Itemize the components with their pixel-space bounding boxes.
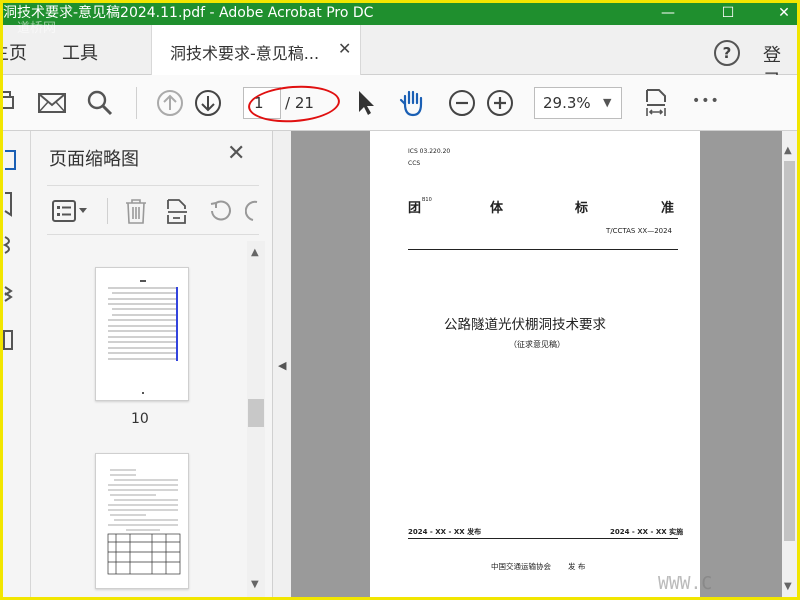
- print-icon[interactable]: [0, 88, 27, 118]
- standard-char: 标: [575, 201, 589, 216]
- thumbnail-panel: 页面缩略图 ✕ 10 ▲ ▼: [31, 131, 273, 597]
- document-scrollbar[interactable]: ▲ ▼: [782, 131, 797, 597]
- chevron-down-icon: ▼: [603, 96, 612, 109]
- pages-icon[interactable]: [3, 327, 23, 353]
- title-bar: 洞技术要求-意见稿2024.11.pdf - Adobe Acrobat Pro…: [3, 3, 797, 25]
- fit-page-icon[interactable]: [641, 88, 671, 118]
- standard-char: 团: [408, 201, 422, 216]
- document-viewport: ICS 03.220.20 CCS 团 B10 体 标 准 T/CCTAS XX…: [291, 131, 782, 597]
- zoom-value: 29.3%: [543, 94, 591, 112]
- scroll-thumb[interactable]: [248, 399, 264, 427]
- panel-toolbar: [47, 185, 259, 235]
- search-icon[interactable]: [85, 88, 115, 118]
- pdf-page: ICS 03.220.20 CCS 团 B10 体 标 准 T/CCTAS XX…: [370, 131, 700, 597]
- hand-tool-icon[interactable]: [398, 88, 428, 118]
- tuan-superscript: B10: [422, 197, 432, 203]
- next-page-icon[interactable]: [193, 88, 223, 118]
- ics-code: ICS 03.220.20: [408, 148, 451, 155]
- thumbnail-content: [107, 469, 181, 575]
- rotate-right-icon[interactable]: [245, 198, 259, 224]
- thumbnail-content: [108, 280, 178, 394]
- select-tool-icon[interactable]: [351, 88, 381, 118]
- watermark-bottom: WWW.C: [658, 573, 713, 594]
- help-button[interactable]: ?: [714, 40, 740, 66]
- scroll-down-icon[interactable]: ▼: [251, 579, 259, 590]
- app-frame: 洞技术要求-意见稿2024.11.pdf - Adobe Acrobat Pro…: [0, 0, 800, 600]
- document-subtitle: （征求意见稿）: [509, 340, 565, 349]
- rotate-left-icon[interactable]: [207, 198, 233, 224]
- ccs-code: CCS: [408, 160, 421, 167]
- publisher: 中国交通运输协会: [491, 562, 551, 571]
- zoom-select[interactable]: 29.3% ▼: [534, 87, 622, 119]
- thumbnail-page-label: 10: [131, 411, 149, 427]
- extract-pages-icon[interactable]: [165, 198, 191, 224]
- email-icon[interactable]: [37, 88, 67, 118]
- panel-title: 页面缩略图: [49, 149, 139, 170]
- document-tab-label: 洞技术要求-意见稿...: [170, 44, 320, 63]
- menu-tools[interactable]: 工具: [62, 39, 98, 65]
- publish-label: 发 布: [568, 562, 586, 571]
- standard-number: T/CCTAS XX—2024: [606, 227, 673, 235]
- layers-icon[interactable]: [3, 281, 23, 307]
- panel-scrollbar[interactable]: ▲ ▼: [247, 241, 265, 597]
- tab-close-button[interactable]: ✕: [338, 39, 351, 58]
- zoom-in-icon[interactable]: [485, 88, 515, 118]
- footer-rule: [408, 538, 678, 539]
- document-title: 公路隧道光伏棚洞技术要求: [444, 317, 606, 333]
- toolbar: 1 / 21 29.3% ▼ •••: [3, 75, 797, 131]
- implement-date: 2024 - XX - XX 实施: [610, 528, 684, 536]
- more-tools-button[interactable]: •••: [692, 93, 720, 109]
- options-menu-icon[interactable]: [51, 198, 91, 224]
- menu-home[interactable]: 主页: [3, 39, 27, 65]
- attachment-icon[interactable]: [3, 231, 23, 257]
- bookmark-icon[interactable]: [3, 191, 23, 217]
- page-thumbnail[interactable]: [95, 267, 189, 401]
- close-window-button[interactable]: ✕: [769, 3, 797, 25]
- thumbnails-icon[interactable]: [3, 147, 23, 173]
- minimize-button[interactable]: —: [653, 3, 683, 25]
- zoom-out-icon[interactable]: [447, 88, 477, 118]
- delete-icon[interactable]: [123, 198, 149, 224]
- document-tab[interactable]: 洞技术要求-意见稿... ✕: [151, 25, 361, 75]
- header-rule: [408, 249, 678, 250]
- standard-char: 体: [490, 201, 504, 216]
- scroll-down-icon[interactable]: ▼: [784, 581, 792, 592]
- left-rail: [3, 131, 31, 597]
- menu-bar: 主页 工具 洞技术要求-意见稿... ✕ ? 登录: [3, 25, 797, 92]
- standard-char: 准: [661, 201, 675, 216]
- watermark-top: 道桥网: [17, 21, 57, 36]
- panel-tool-separator: [107, 198, 108, 224]
- previous-page-icon[interactable]: [155, 88, 185, 118]
- maximize-button[interactable]: ☐: [713, 3, 743, 25]
- chevron-left-icon[interactable]: ◀: [278, 359, 286, 372]
- page-thumbnail[interactable]: [95, 453, 189, 589]
- panel-collapse-handle[interactable]: ◀: [273, 131, 291, 597]
- scroll-thumb[interactable]: [784, 161, 795, 541]
- publish-date: 2024 - XX - XX 发布: [408, 528, 482, 536]
- panel-close-button[interactable]: ✕: [227, 141, 245, 166]
- window-title: 洞技术要求-意见稿2024.11.pdf - Adobe Acrobat Pro…: [3, 5, 374, 21]
- toolbar-separator: [136, 87, 137, 119]
- scroll-up-icon[interactable]: ▲: [784, 145, 792, 156]
- scroll-up-icon[interactable]: ▲: [251, 247, 259, 258]
